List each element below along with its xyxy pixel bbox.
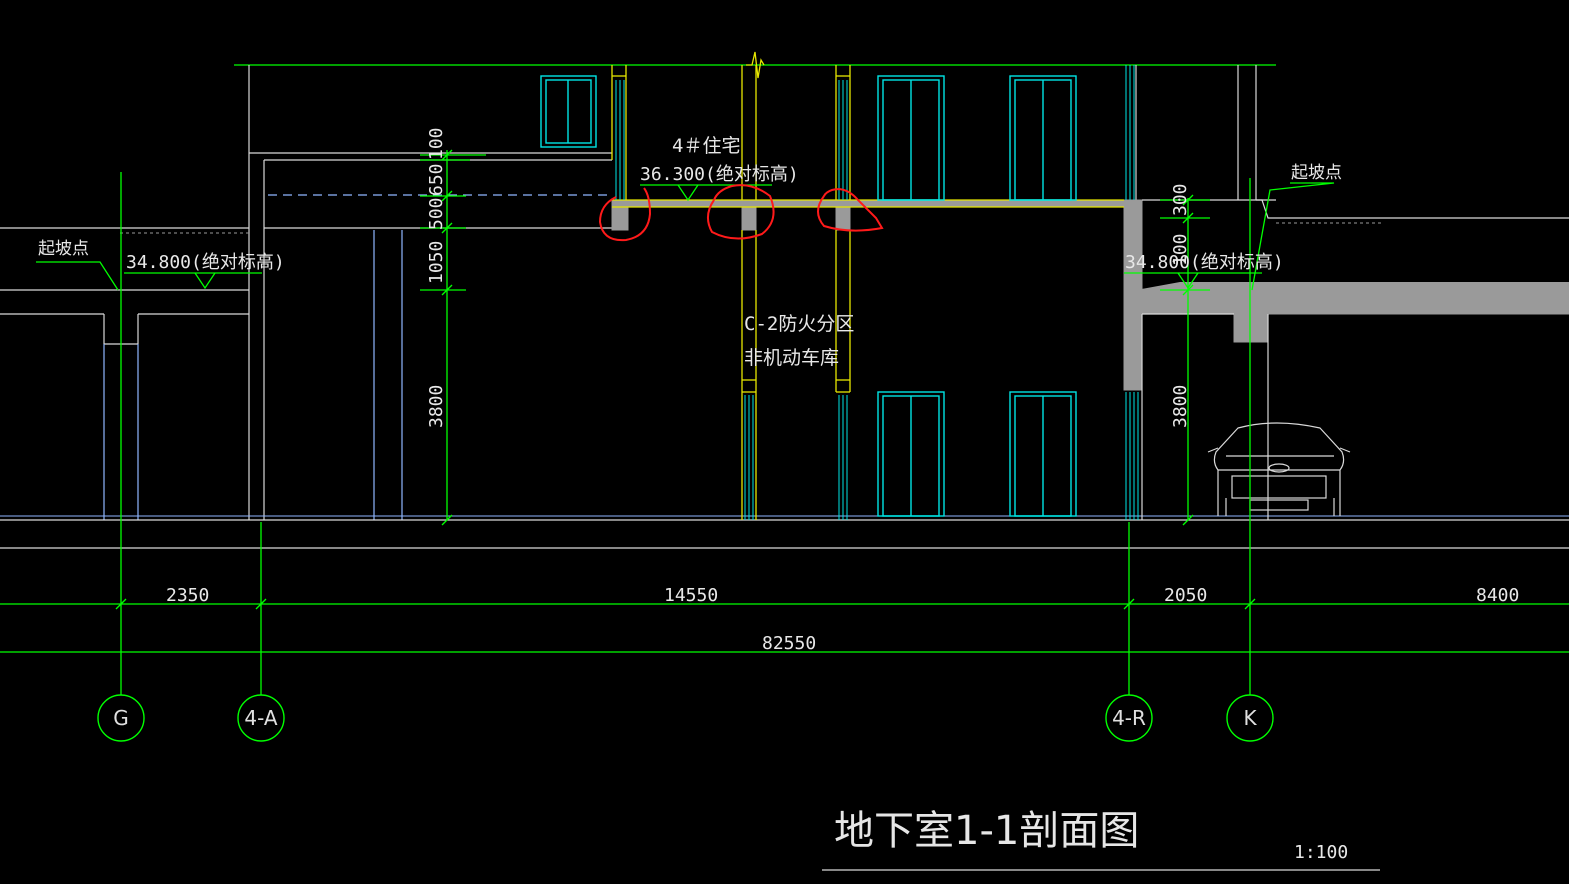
- left-vertical-dimensions: 100 650 500 1050 3800: [426, 127, 447, 428]
- dim-total-82550: 82550: [762, 633, 816, 654]
- building-name-label: 4＃住宅: [672, 135, 740, 157]
- dim-2050: 2050: [1164, 585, 1207, 606]
- dim-8400: 8400: [1476, 585, 1519, 606]
- dim-right-100: 100: [1170, 233, 1191, 266]
- dim-left-3800: 3800: [426, 385, 447, 428]
- axis-label-g: G: [113, 706, 129, 730]
- dim-14550: 14550: [664, 585, 718, 606]
- slope-start-right-label: 起坡点: [1291, 163, 1342, 183]
- car-elevation-icon: [1207, 422, 1351, 516]
- slope-start-left-label: 起坡点: [38, 239, 89, 259]
- windows: [540, 75, 1077, 517]
- zone-label-line2: 非机动车库: [744, 347, 839, 369]
- dim-right-3800: 3800: [1170, 385, 1191, 428]
- right-ground: [1141, 199, 1569, 520]
- window-upper-right: [1009, 75, 1077, 201]
- drawing-title: 地下室1-1剖面图: [834, 808, 1139, 854]
- dim-left-100: 100: [426, 127, 447, 160]
- axis-lines: [120, 150, 1251, 695]
- elevation-high-label: 36.300(绝对标高): [640, 164, 799, 185]
- section-drawing-canvas: 4＃住宅 36.300(绝对标高) 34.800(绝对标高) 34.800(绝对…: [0, 0, 1569, 884]
- window-lower-mid: [877, 391, 945, 517]
- cyan-wall-stripes: [615, 65, 1139, 520]
- axis-label-4a: 4-A: [244, 706, 278, 730]
- dim-2350: 2350: [166, 585, 209, 606]
- basement-floor: [0, 519, 1569, 549]
- elevation-right-label: 34.800(绝对标高): [1125, 252, 1284, 273]
- window-lower-right: [1009, 391, 1077, 517]
- dim-right-300: 300: [1170, 183, 1191, 216]
- zone-label-line1: C-2防火分区: [744, 313, 854, 335]
- elevation-left-label: 34.800(绝对标高): [126, 252, 285, 273]
- dim-left-650: 650: [426, 163, 447, 196]
- right-slab-slope: [1136, 282, 1569, 290]
- axis-label-4r: 4-R: [1112, 706, 1146, 730]
- axis-label-k: K: [1243, 706, 1257, 730]
- yellow-walls: [611, 65, 1124, 520]
- window-upper-mid: [877, 75, 945, 201]
- markup-circle-2: [707, 184, 775, 240]
- window-upper-left: [540, 75, 597, 148]
- dim-left-500: 500: [426, 197, 447, 230]
- dim-left-1050: 1050: [426, 241, 447, 284]
- drawing-scale: 1:100: [1294, 842, 1348, 863]
